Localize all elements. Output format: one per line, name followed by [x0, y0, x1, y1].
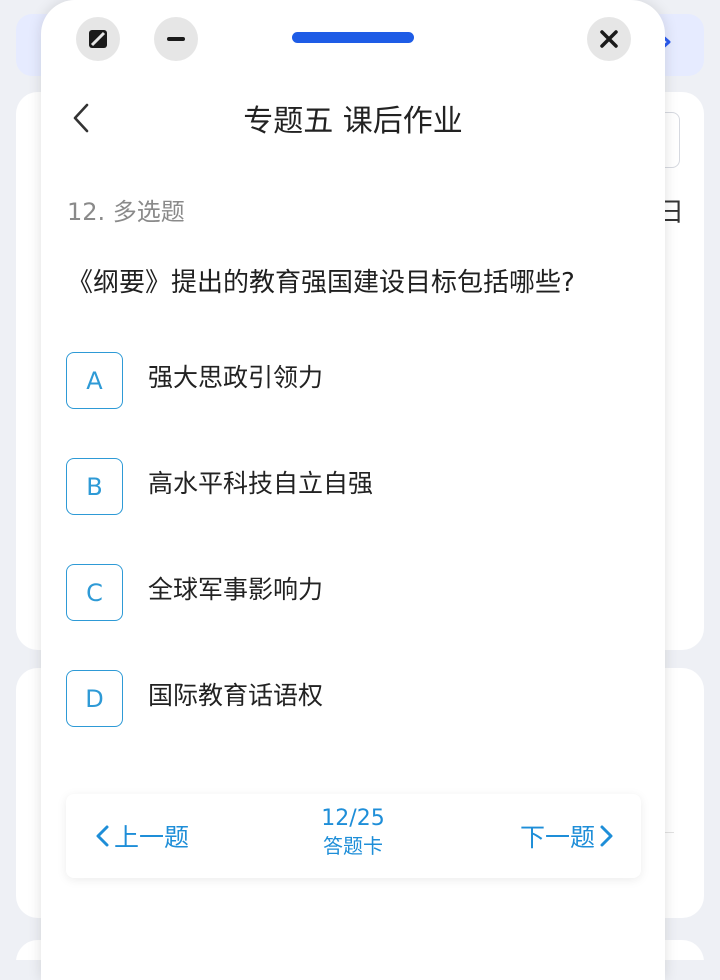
resize-button[interactable] — [76, 17, 120, 61]
question-type: 12. 多选题 — [67, 198, 185, 226]
question-navigation: 上一题 12/25 答题卡 下一题 — [66, 794, 641, 878]
option-b[interactable]: B 高水平科技自立自强 — [66, 458, 626, 516]
question-progress: 12/25 — [321, 806, 385, 831]
option-a[interactable]: A 强大思政引领力 — [66, 352, 626, 410]
chevron-right-icon — [600, 825, 613, 847]
option-text: 全球军事影响力 — [148, 575, 324, 604]
question-modal: 专题五 课后作业 12. 多选题 《纲要》提出的教育强国建设目标包括哪些? A … — [41, 0, 665, 980]
page-title: 专题五 课后作业 — [243, 104, 463, 139]
answer-card-label: 答题卡 — [323, 834, 383, 858]
drag-handle[interactable] — [292, 32, 414, 43]
option-text: 强大思政引领力 — [148, 363, 324, 392]
close-button[interactable] — [587, 17, 631, 61]
option-text: 高水平科技自立自强 — [148, 469, 374, 498]
option-letter: A — [66, 352, 123, 409]
next-question-button[interactable]: 下一题 — [520, 818, 617, 854]
answer-card-button[interactable]: 12/25 答题卡 — [303, 806, 403, 860]
chevron-left-icon — [96, 825, 109, 847]
prev-question-button[interactable]: 上一题 — [92, 818, 189, 854]
prev-question-label: 上一题 — [114, 823, 190, 852]
minus-icon — [167, 37, 185, 41]
option-letter: C — [66, 564, 123, 621]
option-letter: D — [66, 670, 123, 727]
next-question-label: 下一题 — [519, 823, 595, 852]
close-icon — [600, 30, 618, 48]
question-text: 《纲要》提出的教育强国建设目标包括哪些? — [67, 268, 575, 298]
resize-icon — [89, 30, 107, 48]
divider — [664, 832, 674, 833]
option-text: 国际教育话语权 — [148, 681, 324, 710]
option-c[interactable]: C 全球军事影响力 — [66, 564, 626, 622]
minimize-button[interactable] — [154, 17, 198, 61]
option-d[interactable]: D 国际教育话语权 — [66, 670, 626, 728]
option-letter: B — [66, 458, 123, 515]
